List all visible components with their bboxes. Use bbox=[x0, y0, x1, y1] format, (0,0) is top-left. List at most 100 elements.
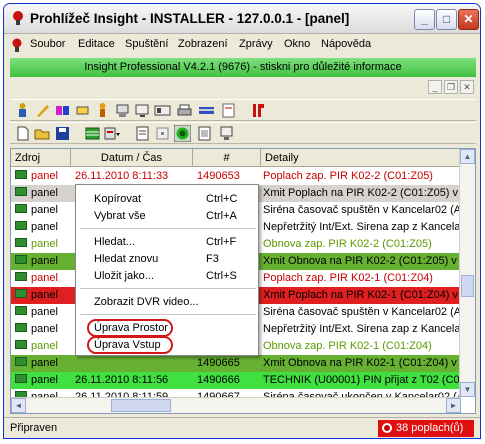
col-details-header[interactable]: Detaily bbox=[261, 149, 461, 167]
cell-number: 1490665 bbox=[197, 357, 240, 369]
window-title: Prohlížeč Insight - INSTALLER - 127.0.0.… bbox=[30, 11, 350, 26]
menu-spusteni[interactable]: Spuštění bbox=[125, 38, 168, 50]
page-icon[interactable] bbox=[196, 125, 213, 142]
mdi-minimize-icon[interactable]: _ bbox=[428, 80, 442, 94]
scroll-down-icon[interactable]: ▼ bbox=[460, 382, 475, 397]
ctx-separator bbox=[80, 314, 256, 315]
menu-soubor[interactable]: Soubor bbox=[30, 38, 65, 50]
ctx-select-all-shortcut: Ctrl+A bbox=[206, 210, 237, 222]
grid-header: Zdroj Datum / Čas # Detaily bbox=[11, 149, 461, 167]
cards-icon[interactable] bbox=[74, 102, 91, 119]
panel-icon bbox=[15, 221, 27, 230]
alarm-count-text: 38 poplach(ů) bbox=[396, 422, 464, 434]
cell-details: Obnova zap. PIR K02-2 (C01:Z05) bbox=[263, 238, 432, 250]
ctx-select-all[interactable]: Vybrat vše bbox=[94, 210, 146, 222]
table-row[interactable]: panel 26.11.2010 8:11:33 1490653 Poplach za… bbox=[11, 168, 461, 185]
pen-icon[interactable] bbox=[34, 102, 51, 119]
cell-details: Xmit Obnova na PIR K02-2 (C01:Z05) v K bbox=[263, 255, 459, 267]
ctx-show-dvr-video[interactable]: Zobrazit DVR video... bbox=[94, 296, 199, 308]
panel-icon bbox=[15, 374, 27, 383]
cell-details: Xmit Obnova na PIR K02-1 (C01:Z04) v K bbox=[263, 357, 459, 369]
mdi-close-icon[interactable]: ✕ bbox=[460, 80, 474, 94]
live-icon[interactable] bbox=[174, 125, 191, 142]
save-icon[interactable] bbox=[54, 125, 71, 142]
ctx-separator bbox=[80, 228, 256, 229]
cell-datetime: 26.11.2010 8:11:56 bbox=[75, 374, 169, 386]
ctx-save-as[interactable]: Uložit jako... bbox=[94, 270, 154, 282]
printer-icon[interactable] bbox=[176, 102, 193, 119]
vertical-scroll-thumb[interactable] bbox=[461, 275, 474, 297]
alarm-counter[interactable]: 38 poplach(ů) bbox=[378, 420, 474, 437]
table-row[interactable]: panel 26.11.2010 8:11:56 1490666 TECHNIK (U… bbox=[11, 372, 461, 389]
status-text: Připraven bbox=[10, 422, 58, 434]
minimize-button[interactable]: _ bbox=[414, 9, 435, 30]
panel-icon bbox=[15, 357, 27, 366]
panel-icon bbox=[15, 289, 27, 298]
ctx-find[interactable]: Hledat... bbox=[94, 236, 135, 248]
table-row[interactable]: panel 1490665 Xmit Obnova na PIR K02-1 (C0… bbox=[11, 355, 461, 372]
horizontal-scrollbar[interactable]: ◄ ► bbox=[11, 397, 461, 413]
col-number-header[interactable]: # bbox=[193, 149, 261, 167]
user-key-icon[interactable] bbox=[94, 102, 111, 119]
rooms-icon[interactable] bbox=[54, 102, 71, 119]
monitor-icon[interactable] bbox=[134, 102, 151, 119]
ctx-copy[interactable]: Kopírovat bbox=[94, 193, 141, 205]
menu-okno[interactable]: Okno bbox=[284, 38, 310, 50]
app-menu-icon[interactable] bbox=[10, 38, 24, 52]
list-icon[interactable] bbox=[84, 125, 101, 142]
panel-icon bbox=[15, 323, 27, 332]
cell-details: Nepřetržitý Int/Ext. Sirena zap z Kancel… bbox=[263, 221, 459, 233]
cell-details: Poplach zap. PIR K02-2 (C01:Z05) bbox=[263, 170, 433, 182]
col-source-header[interactable]: Zdroj bbox=[11, 149, 71, 167]
new-file-icon[interactable] bbox=[14, 125, 31, 142]
ctx-find-shortcut: Ctrl+F bbox=[206, 236, 237, 248]
cell-details: TECHNIK (U00001) PIN přijat z T02 (C01 bbox=[263, 374, 459, 386]
app-logo-icon bbox=[13, 11, 23, 25]
horizontal-scroll-thumb[interactable] bbox=[111, 399, 171, 412]
person-icon[interactable] bbox=[14, 102, 31, 119]
cell-details: Xmit Poplach na PIR K02-2 (C01:Z05) v K bbox=[263, 187, 459, 199]
menu-zpravy[interactable]: Zprávy bbox=[239, 38, 273, 50]
id-card-icon[interactable] bbox=[154, 102, 171, 119]
status-bar: Připraven 38 poplach(ů) bbox=[4, 417, 480, 438]
panel-icon bbox=[15, 272, 27, 281]
col-datetime-header[interactable]: Datum / Čas bbox=[71, 149, 193, 167]
cell-source: panel bbox=[31, 357, 58, 369]
highlight-circle bbox=[87, 336, 173, 354]
ctx-save-as-shortcut: Ctrl+S bbox=[206, 270, 237, 282]
card-reader-icon[interactable] bbox=[198, 102, 215, 119]
scroll-left-icon[interactable]: ◄ bbox=[11, 398, 26, 413]
maximize-button[interactable]: □ bbox=[436, 9, 457, 30]
filter-dropdown-icon[interactable] bbox=[104, 125, 121, 142]
document-icon[interactable] bbox=[134, 125, 151, 142]
scroll-up-icon[interactable]: ▲ bbox=[460, 149, 475, 164]
mdi-restore-icon[interactable]: ❐ bbox=[444, 80, 458, 94]
menu-bar: Soubor Editace Spuštění Zobrazení Zprávy… bbox=[4, 35, 480, 55]
ctx-copy-shortcut: Ctrl+C bbox=[206, 193, 238, 205]
alarm-siren-icon bbox=[382, 423, 392, 433]
cell-details: Obnova zap. PIR K02-1 (C01:Z04) bbox=[263, 340, 432, 352]
report-icon[interactable] bbox=[220, 102, 237, 119]
ctx-find-again[interactable]: Hledat znovu bbox=[94, 253, 158, 265]
panel-icon bbox=[15, 238, 27, 247]
toolbar-top bbox=[10, 99, 476, 121]
highlight-circle bbox=[87, 319, 173, 337]
close-button[interactable]: ✕ bbox=[458, 9, 479, 30]
grid-icon[interactable] bbox=[154, 125, 171, 142]
station-icon[interactable] bbox=[218, 125, 235, 142]
vertical-scrollbar[interactable]: ▲ ▼ bbox=[459, 149, 475, 397]
computer-icon[interactable] bbox=[114, 102, 131, 119]
menu-napoveda[interactable]: Nápověda bbox=[321, 38, 371, 50]
ir-logo-icon[interactable] bbox=[250, 102, 267, 119]
info-bar[interactable]: Insight Professional V4.2.1 (9676) - sti… bbox=[10, 58, 476, 77]
open-folder-icon[interactable] bbox=[34, 125, 51, 142]
cell-details: Poplach zap. PIR K02-1 (C01:Z04) bbox=[263, 272, 433, 284]
cell-number: 1490653 bbox=[197, 170, 240, 182]
panel-icon bbox=[15, 204, 27, 213]
cell-details: Siréna časovač spuštěn v Kancelar02 (A bbox=[263, 306, 459, 318]
title-bar: Prohlížeč Insight - INSTALLER - 127.0.0.… bbox=[4, 4, 480, 34]
scroll-right-icon[interactable]: ► bbox=[446, 398, 461, 413]
mdi-controls: _ ❐ ✕ bbox=[10, 80, 476, 96]
menu-editace[interactable]: Editace bbox=[78, 38, 115, 50]
menu-zobrazeni[interactable]: Zobrazení bbox=[178, 38, 228, 50]
